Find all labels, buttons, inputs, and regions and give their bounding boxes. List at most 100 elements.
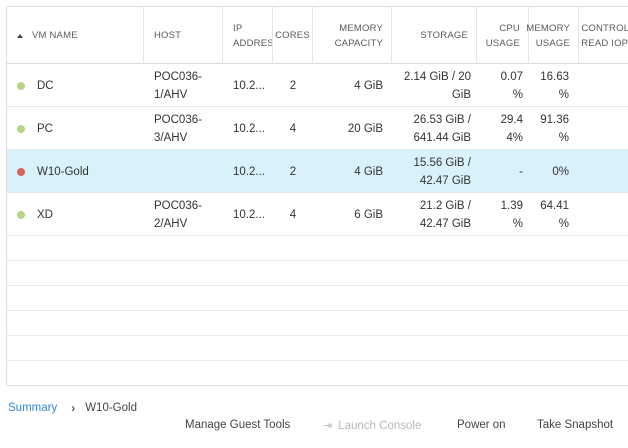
cell-host xyxy=(154,150,223,193)
cell-memory: 4 GiB xyxy=(313,64,383,107)
external-window-icon: ⇥ xyxy=(323,420,333,432)
column-header-host[interactable]: HOST xyxy=(144,7,223,64)
take-snapshot-button[interactable]: Take Snapshot xyxy=(537,419,613,431)
cell-ip: 10.2... xyxy=(233,193,273,236)
cell-host: POC036- 3/AHV xyxy=(154,107,223,150)
cell-name: W10-Gold xyxy=(37,150,144,193)
cell-cores: 2 xyxy=(273,150,313,193)
cell-storage: 15.56 GiB / 42.47 GiB xyxy=(392,150,471,193)
column-header-memory-capacity[interactable]: MEMORY CAPACITY xyxy=(313,7,392,64)
cell-mem-line-1: 16.63 xyxy=(540,70,569,83)
cell-cores-text: 4 xyxy=(289,122,297,135)
column-header-cores[interactable]: CORES xyxy=(273,7,313,64)
empty-row xyxy=(7,286,628,311)
cell-name-text: DC xyxy=(37,79,54,92)
column-header-cpu-usage[interactable]: CPU USAGE xyxy=(477,7,529,64)
cell-mem: 91.36% xyxy=(529,107,569,150)
cell-cpu: 1.39% xyxy=(477,193,523,236)
cell-mem-line-2: % xyxy=(558,217,569,230)
cell-memory: 6 GiB xyxy=(313,193,383,236)
cell-storage: 2.14 GiB / 20 GiB xyxy=(392,64,471,107)
cell-name: DC xyxy=(37,64,144,107)
breadcrumb-summary-link[interactable]: Summary xyxy=(8,402,57,414)
empty-row xyxy=(7,261,628,286)
empty-row xyxy=(7,311,628,336)
table-header: VM NAME HOST IPADDRESS CORES MEMORYCAPAC… xyxy=(7,7,628,64)
column-header-vm-name[interactable]: VM NAME xyxy=(7,7,144,64)
cell-cores-text: 2 xyxy=(289,165,297,178)
cell-mem: 16.63% xyxy=(529,64,569,107)
vm-status-icon xyxy=(17,82,25,90)
cell-mem-line-1: 64.41 xyxy=(540,199,569,212)
cell-ip-text: 10.2... xyxy=(233,165,265,178)
cell-ip-text: 10.2... xyxy=(233,122,265,135)
cell-memory-text: 4 GiB xyxy=(354,165,383,178)
breadcrumb: Summary › W10-Gold xyxy=(8,401,137,415)
cell-storage-line-2: GiB xyxy=(451,88,471,101)
cell-ip: 10.2... xyxy=(233,107,273,150)
cell-mem-line-2: % xyxy=(558,131,569,144)
cell-storage-line-2: 42.47 GiB xyxy=(419,217,471,230)
cell-name: PC xyxy=(37,107,144,150)
cell-cores: 4 xyxy=(273,107,313,150)
cell-cores: 2 xyxy=(273,64,313,107)
cell-mem-line-1: 0% xyxy=(552,165,569,178)
cell-mem: 64.41% xyxy=(529,193,569,236)
cell-name-text: W10-Gold xyxy=(37,165,89,178)
empty-row xyxy=(7,236,628,261)
cell-host-line-1: POC036- xyxy=(154,113,202,126)
cell-ip-text: 10.2... xyxy=(233,79,265,92)
cell-mem-line-1: 91.36 xyxy=(540,113,569,126)
cell-name-text: XD xyxy=(37,208,53,221)
column-header-storage[interactable]: STORAGE xyxy=(392,7,477,64)
table-row[interactable]: PC POC036- 3/AHV 10.2... 4 20 GiB 26.53 GiB / 6… xyxy=(7,107,628,150)
cell-storage-line-1: 21.2 GiB / xyxy=(419,199,471,212)
cell-memory: 4 GiB xyxy=(313,150,383,193)
cell-cpu-line-2: % xyxy=(512,217,523,230)
cell-cpu-line-1: 1.39 xyxy=(500,199,523,212)
cell-cpu-line-1: 29.4 xyxy=(500,113,523,126)
cell-mem: 0% xyxy=(529,150,569,193)
cell-host-line-2: 3/AHV xyxy=(154,131,188,144)
empty-row xyxy=(7,336,628,361)
cell-host-line-1: POC036- xyxy=(154,199,202,212)
cell-storage: 21.2 GiB / 42.47 GiB xyxy=(392,193,471,236)
column-header-ip-address[interactable]: IPADDRESS xyxy=(223,7,273,64)
cell-storage: 26.53 GiB / 641.44 GiB xyxy=(392,107,471,150)
cell-cpu-line-2: 4% xyxy=(506,131,523,144)
vm-status-icon xyxy=(17,125,25,133)
cell-memory-text: 20 GiB xyxy=(347,122,383,135)
cell-name: XD xyxy=(37,193,144,236)
cell-cpu-line-2: % xyxy=(512,88,523,101)
cell-mem-line-2: % xyxy=(558,88,569,101)
power-on-button[interactable]: Power on xyxy=(457,419,506,431)
column-header-controller-read-iops[interactable]: CONTROLLREAD IOPS xyxy=(579,7,628,64)
cell-host-line-2: 1/AHV xyxy=(154,88,188,101)
cell-storage-line-1: 26.53 GiB / xyxy=(413,113,471,126)
cell-host: POC036- 1/AHV xyxy=(154,64,223,107)
cell-cpu-line-1: 0.07 xyxy=(500,70,523,83)
breadcrumb-current: W10-Gold xyxy=(85,402,137,414)
empty-row xyxy=(7,361,628,385)
cell-host-line-1: POC036- xyxy=(154,70,202,83)
cell-cores-text: 2 xyxy=(289,79,297,92)
vm-status-icon xyxy=(17,211,25,219)
cell-host-line-2: 2/AHV xyxy=(154,217,188,230)
cell-storage-line-2: 641.44 GiB xyxy=(413,131,471,144)
cell-cores: 4 xyxy=(273,193,313,236)
table-row[interactable]: XD POC036- 2/AHV 10.2... 4 6 GiB 21.2 GiB / 42.… xyxy=(7,193,628,236)
cell-cpu-line-1: - xyxy=(519,165,523,178)
column-header-memory-usage[interactable]: MEMORY USAGE xyxy=(526,7,579,64)
table-row[interactable]: DC POC036- 1/AHV 10.2... 2 4 GiB 2.14 GiB / 20… xyxy=(7,64,628,107)
launch-console-button[interactable]: ⇥ Launch Console xyxy=(323,419,421,432)
cell-ip: 10.2... xyxy=(233,150,273,193)
vm-table: VM NAME HOST IPADDRESS CORES MEMORYCAPAC… xyxy=(6,6,628,386)
manage-guest-tools-button[interactable]: Manage Guest Tools xyxy=(185,419,290,431)
table-row[interactable]: W10-Gold 10.2... 2 4 GiB 15.56 GiB / 42.47 Gi… xyxy=(7,150,628,193)
cell-memory-text: 4 GiB xyxy=(354,79,383,92)
cell-storage-line-1: 15.56 GiB / xyxy=(413,156,471,169)
launch-console-label: Launch Console xyxy=(338,420,422,432)
cell-ip-text: 10.2... xyxy=(233,208,265,221)
cell-cores-text: 4 xyxy=(289,208,297,221)
breadcrumb-separator-icon: › xyxy=(71,401,76,415)
